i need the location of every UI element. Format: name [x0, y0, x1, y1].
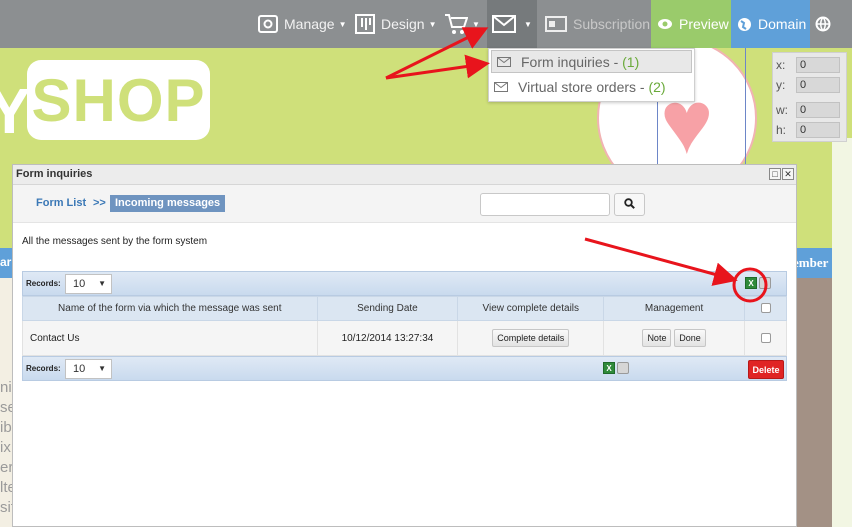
menu-item-store-orders[interactable]: Virtual store orders - (2): [489, 74, 694, 99]
records-bar-bottom: Records: 10 ▼ X Delete: [22, 356, 787, 381]
menu-item-label: Virtual store orders - (2): [518, 78, 666, 95]
coord-x: x: 0: [776, 57, 840, 73]
decor-strip: [832, 138, 852, 527]
chevron-down-icon: ▼: [428, 19, 437, 29]
table-header-row: Name of the form via which the message w…: [22, 296, 787, 321]
row-checkbox[interactable]: [760, 332, 771, 343]
print-icon[interactable]: [759, 277, 771, 289]
subscription-label: Subscription: [573, 16, 651, 32]
language-button[interactable]: [815, 0, 831, 48]
search-button[interactable]: [614, 193, 645, 216]
envelope-icon: [492, 15, 517, 33]
preview-label: Preview: [679, 16, 729, 32]
chevron-down-icon: ▼: [98, 279, 106, 288]
design-menu-button[interactable]: Design ▼: [355, 0, 437, 48]
restore-window-button[interactable]: □: [769, 168, 781, 180]
select-all-checkbox[interactable]: [760, 303, 771, 314]
page-description: All the messages sent by the form system: [22, 236, 208, 247]
chevron-down-icon: ▼: [524, 19, 532, 29]
eye-icon: [657, 18, 673, 30]
done-button[interactable]: Done: [674, 329, 706, 347]
editor-toolbar: Manage ▼ Design ▼ ▼ ▼ Subscription Previ…: [0, 0, 852, 48]
column-header-name: Name of the form via which the message w…: [22, 296, 318, 321]
messages-menu-button[interactable]: ▼: [487, 0, 537, 48]
records-label: Records:: [26, 279, 61, 288]
nav-band-text-left: ar: [0, 255, 12, 269]
domain-label: Domain: [758, 16, 807, 32]
breadcrumb-separator: >>: [93, 197, 106, 209]
menu-item-label: Form inquiries - (1): [521, 53, 640, 70]
cell-select: [744, 320, 787, 356]
search-icon: [624, 196, 635, 214]
coord-w: w: 0: [776, 102, 840, 118]
gear-icon: [258, 15, 278, 33]
guide-line: [745, 48, 746, 168]
coord-h-input[interactable]: 0: [796, 122, 840, 138]
chevron-down-icon: ▼: [338, 19, 347, 29]
breadcrumb-form-list-link[interactable]: Form List: [36, 197, 86, 209]
cell-form-name: Contact Us: [22, 320, 318, 356]
shop-logo: SHOP: [27, 60, 210, 140]
subscription-button[interactable]: Subscription: [538, 0, 652, 48]
coordinates-panel: x: 0 y: 0 w: 0 h: 0: [772, 52, 847, 142]
coord-h: h: 0: [776, 122, 840, 138]
nav-band-text-right: ember: [793, 255, 829, 270]
preview-button[interactable]: Preview: [651, 0, 731, 48]
records-per-page-select[interactable]: 10 ▼: [65, 274, 112, 294]
column-header-view: View complete details: [457, 296, 605, 321]
menu-item-form-inquiries[interactable]: Form inquiries - (1): [491, 50, 692, 73]
envelope-icon: [494, 79, 508, 95]
cell-view: Complete details: [457, 320, 605, 356]
export-tools-bottom: X: [603, 362, 629, 374]
window-titlebar[interactable]: Form inquiries □ ✕: [13, 165, 796, 185]
breadcrumb-current: Incoming messages: [110, 195, 226, 212]
column-header-date: Sending Date: [316, 296, 459, 321]
export-tools-top: X: [745, 277, 771, 289]
paint-bucket-icon: [355, 14, 375, 34]
excel-export-icon[interactable]: X: [603, 362, 615, 374]
envelope-icon: [497, 54, 511, 70]
messages-table: Name of the form via which the message w…: [22, 296, 787, 356]
coord-x-input[interactable]: 0: [796, 57, 840, 73]
print-icon[interactable]: [617, 362, 629, 374]
close-window-button[interactable]: ✕: [782, 168, 794, 180]
cell-management: Note Done: [603, 320, 746, 356]
window-title: Form inquiries: [16, 168, 93, 180]
manage-menu-button[interactable]: Manage ▼: [258, 0, 347, 48]
records-bar-top: Records: 10 ▼ X: [22, 271, 787, 296]
chevron-down-icon: ▼: [472, 19, 480, 29]
note-button[interactable]: Note: [642, 329, 672, 347]
card-icon: [545, 16, 567, 32]
complete-details-button[interactable]: Complete details: [492, 329, 570, 347]
domain-button[interactable]: Domain: [731, 0, 810, 48]
messages-dropdown: Form inquiries - (1) Virtual store order…: [488, 48, 695, 102]
records-label: Records:: [26, 364, 61, 373]
store-menu-button[interactable]: ▼: [444, 0, 480, 48]
coord-y-input[interactable]: 0: [796, 77, 840, 93]
breadcrumb: Form List >> Incoming messages: [13, 185, 796, 223]
column-header-management: Management: [603, 296, 746, 321]
design-label: Design: [381, 16, 425, 32]
form-inquiries-window: Form inquiries □ ✕ Form List >> Incoming…: [12, 164, 797, 527]
coord-w-input[interactable]: 0: [796, 102, 840, 118]
search-input[interactable]: [480, 193, 610, 216]
coord-y: y: 0: [776, 77, 840, 93]
messages-table-container: Records: 10 ▼ X Name of the form via whi…: [22, 271, 787, 381]
excel-export-icon[interactable]: X: [745, 277, 757, 289]
chevron-down-icon: ▼: [98, 364, 106, 373]
globe-icon: [737, 17, 752, 32]
column-header-select: [744, 296, 787, 321]
language-globe-icon: [815, 16, 831, 32]
cell-sending-date: 10/12/2014 13:27:34: [316, 320, 459, 356]
table-row: Contact Us 10/12/2014 13:27:34 Complete …: [22, 320, 787, 356]
manage-label: Manage: [284, 16, 335, 32]
records-per-page-select[interactable]: 10 ▼: [65, 359, 112, 379]
delete-button[interactable]: Delete: [748, 360, 784, 379]
cart-icon: [444, 13, 468, 35]
